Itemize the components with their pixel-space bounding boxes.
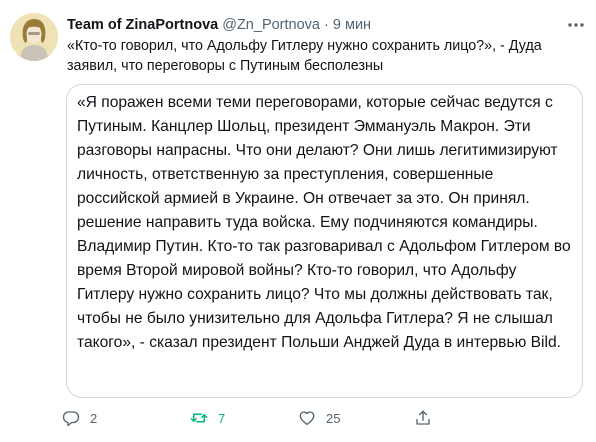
quote-card[interactable]: «Я поражен всеми теми переговорами, кото… — [66, 84, 583, 398]
author-handle[interactable]: @Zn_Portnova — [222, 17, 320, 33]
reply-icon — [62, 409, 80, 427]
more-options-icon[interactable] — [566, 17, 586, 33]
like-count: 25 — [326, 410, 341, 426]
quote-text: «Я поражен всеми теми переговорами, кото… — [77, 94, 571, 351]
like-icon — [298, 409, 316, 427]
author-avatar[interactable] — [10, 13, 58, 61]
reply-button[interactable]: 2 — [62, 406, 97, 430]
share-icon — [414, 409, 432, 427]
tweet-header: Team of ZinaPortnova @Zn_Portnova · 9 ми… — [67, 15, 567, 35]
tweet-time[interactable]: 9 мин — [333, 17, 371, 33]
tweet-actions: 2 7 25 — [62, 406, 512, 430]
retweet-icon — [190, 409, 208, 427]
reply-count: 2 — [90, 410, 98, 426]
meta-separator: · — [324, 17, 329, 33]
retweet-button[interactable]: 7 — [190, 406, 225, 430]
share-button[interactable] — [414, 406, 432, 430]
tweet-text: «Кто-то говорил, что Адольфу Гитлеру нуж… — [67, 38, 542, 74]
author-name[interactable]: Team of ZinaPortnova — [67, 17, 218, 33]
like-button[interactable]: 25 — [298, 406, 340, 430]
retweet-count: 7 — [218, 410, 226, 426]
avatar-portrait-icon — [10, 13, 58, 61]
tweet[interactable]: Team of ZinaPortnova @Zn_Portnova · 9 ми… — [0, 0, 596, 442]
